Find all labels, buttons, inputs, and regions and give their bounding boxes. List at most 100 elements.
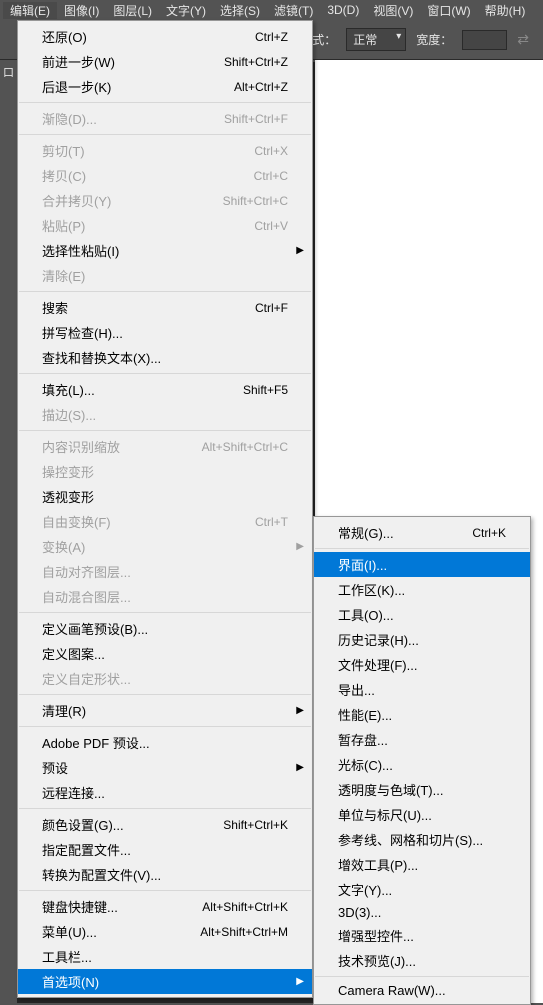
edit-menu-item-36[interactable]: 远程连接... [18, 780, 312, 805]
menu-item-shortcut: Shift+F5 [243, 383, 288, 397]
edit-menu-item-13[interactable]: 搜索Ctrl+F [18, 295, 312, 320]
menu-item-label: 合并拷贝(Y) [42, 191, 111, 210]
menu-item-label: 文件处理(F)... [338, 655, 417, 674]
menu-filter[interactable]: 滤镜(T) [267, 2, 320, 19]
edit-menu-item-15[interactable]: 查找和替换文本(X)... [18, 345, 312, 370]
prefs-submenu-item-4[interactable]: 工具(O)... [314, 602, 530, 627]
edit-menu-item-30: 定义自定形状... [18, 666, 312, 691]
submenu-arrow-icon: ▶ [296, 976, 304, 987]
menu-item-label: 变换(A) [42, 537, 85, 556]
edit-menu-item-2[interactable]: 后退一步(K)Alt+Ctrl+Z [18, 74, 312, 99]
menu-window[interactable]: 窗口(W) [420, 2, 477, 19]
menu-item-label: 清理(R) [42, 701, 86, 720]
prefs-submenu-item-17[interactable]: 增强型控件... [314, 923, 530, 948]
menu-item-label: 还原(O) [42, 27, 87, 46]
menu-item-label: 拷贝(C) [42, 166, 86, 185]
edit-menu-item-17[interactable]: 填充(L)...Shift+F5 [18, 377, 312, 402]
edit-menu-item-9: 粘贴(P)Ctrl+V [18, 213, 312, 238]
menu-item-shortcut: Alt+Shift+Ctrl+C [202, 440, 288, 454]
edit-menu-item-0[interactable]: 还原(O)Ctrl+Z [18, 24, 312, 49]
menu-3d[interactable]: 3D(D) [320, 3, 366, 17]
prefs-submenu-item-7[interactable]: 导出... [314, 677, 530, 702]
prefs-submenu-item-14[interactable]: 增效工具(P)... [314, 852, 530, 877]
menu-item-label: 参考线、网格和切片(S)... [338, 830, 483, 849]
menu-item-label: 指定配置文件... [42, 840, 131, 859]
menu-separator [19, 291, 311, 292]
menu-item-shortcut: Shift+Ctrl+K [223, 818, 288, 832]
prefs-submenu-item-5[interactable]: 历史记录(H)... [314, 627, 530, 652]
edit-menu-item-24: 变换(A) ▶ [18, 534, 312, 559]
edit-menu-item-10[interactable]: 选择性粘贴(I)▶ [18, 238, 312, 263]
menu-item-label: 前进一步(W) [42, 52, 115, 71]
prefs-submenu-item-16[interactable]: 3D(3)... [314, 902, 530, 923]
prefs-submenu-item-13[interactable]: 参考线、网格和切片(S)... [314, 827, 530, 852]
edit-menu-item-8: 合并拷贝(Y)Shift+Ctrl+C [18, 188, 312, 213]
menu-item-label: 透明度与色域(T)... [338, 780, 443, 799]
prefs-submenu-item-15[interactable]: 文字(Y)... [314, 877, 530, 902]
edit-dropdown-menu: 还原(O)Ctrl+Z前进一步(W)Shift+Ctrl+Z后退一步(K)Alt… [17, 20, 313, 998]
prefs-submenu-item-0[interactable]: 常规(G)...Ctrl+K [314, 520, 530, 545]
edit-menu-item-35[interactable]: 预设▶ [18, 755, 312, 780]
submenu-arrow-icon: ▶ [296, 245, 304, 256]
mode-label: 式： [312, 31, 336, 48]
menu-item-label: 自动对齐图层... [42, 562, 131, 581]
edit-menu-item-44[interactable]: 工具栏... [18, 944, 312, 969]
edit-menu-item-22[interactable]: 透视变形 [18, 484, 312, 509]
edit-menu-item-40[interactable]: 转换为配置文件(V)... [18, 862, 312, 887]
edit-menu-item-32[interactable]: 清理(R)▶ [18, 698, 312, 723]
prefs-submenu-item-12[interactable]: 单位与标尺(U)... [314, 802, 530, 827]
swap-icon[interactable]: ⇄ [517, 31, 529, 48]
edit-menu-item-29[interactable]: 定义图案... [18, 641, 312, 666]
edit-menu-item-39[interactable]: 指定配置文件... [18, 837, 312, 862]
edit-menu-item-14[interactable]: 拼写检查(H)... [18, 320, 312, 345]
menu-item-label: 定义画笔预设(B)... [42, 619, 148, 638]
menu-edit[interactable]: 编辑(E) [3, 2, 57, 19]
menu-item-label: 预设 [42, 758, 68, 777]
menu-item-label: Adobe PDF 预设... [42, 733, 150, 752]
menu-image[interactable]: 图像(I) [57, 2, 106, 19]
prefs-submenu-item-2[interactable]: 界面(I)... [314, 552, 530, 577]
menu-item-shortcut: Ctrl+C [254, 169, 288, 183]
edit-menu-item-45[interactable]: 首选项(N)▶ [18, 969, 312, 994]
prefs-submenu-item-20[interactable]: Camera Raw(W)... [314, 980, 530, 1001]
menu-item-label: 工具栏... [42, 947, 92, 966]
menu-separator [19, 373, 311, 374]
edit-menu-item-23: 自由变换(F)Ctrl+T [18, 509, 312, 534]
prefs-submenu-item-18[interactable]: 技术预览(J)... [314, 948, 530, 973]
width-input[interactable] [462, 30, 507, 50]
menu-separator [19, 890, 311, 891]
menu-item-shortcut: Ctrl+V [254, 219, 288, 233]
menu-item-label: 菜单(U)... [42, 922, 97, 941]
menu-item-label: 键盘快捷键... [42, 897, 118, 916]
prefs-submenu-item-8[interactable]: 性能(E)... [314, 702, 530, 727]
menu-type[interactable]: 文字(Y) [159, 2, 213, 19]
submenu-arrow-icon: ▶ [296, 541, 304, 552]
edit-menu-item-34[interactable]: Adobe PDF 预设... [18, 730, 312, 755]
panel-fragment: 口 [0, 60, 17, 84]
menu-item-label: 自由变换(F) [42, 512, 111, 531]
mode-select[interactable]: 正常 [346, 28, 406, 51]
prefs-submenu-item-11[interactable]: 透明度与色域(T)... [314, 777, 530, 802]
edit-menu-item-28[interactable]: 定义画笔预设(B)... [18, 616, 312, 641]
menu-item-label: 导出... [338, 680, 375, 699]
prefs-submenu-item-3[interactable]: 工作区(K)... [314, 577, 530, 602]
prefs-submenu-item-9[interactable]: 暂存盘... [314, 727, 530, 752]
menu-view[interactable]: 视图(V) [366, 2, 420, 19]
menu-select[interactable]: 选择(S) [213, 2, 267, 19]
menu-item-label: 内容识别缩放 [42, 437, 120, 456]
edit-menu-item-43[interactable]: 菜单(U)...Alt+Shift+Ctrl+M [18, 919, 312, 944]
prefs-submenu-item-6[interactable]: 文件处理(F)... [314, 652, 530, 677]
menu-item-label: 透视变形 [42, 487, 94, 506]
menu-item-label: 工具(O)... [338, 605, 394, 624]
menu-separator [19, 430, 311, 431]
edit-menu-item-42[interactable]: 键盘快捷键...Alt+Shift+Ctrl+K [18, 894, 312, 919]
menu-help[interactable]: 帮助(H) [478, 2, 533, 19]
menu-item-shortcut: Alt+Ctrl+Z [234, 80, 288, 94]
menu-layer[interactable]: 图层(L) [106, 2, 159, 19]
edit-menu-item-38[interactable]: 颜色设置(G)...Shift+Ctrl+K [18, 812, 312, 837]
edit-menu-item-6: 剪切(T)Ctrl+X [18, 138, 312, 163]
prefs-submenu-item-10[interactable]: 光标(C)... [314, 752, 530, 777]
menu-item-label: 转换为配置文件(V)... [42, 865, 161, 884]
edit-menu-item-1[interactable]: 前进一步(W)Shift+Ctrl+Z [18, 49, 312, 74]
menu-item-shortcut: Ctrl+X [254, 144, 288, 158]
